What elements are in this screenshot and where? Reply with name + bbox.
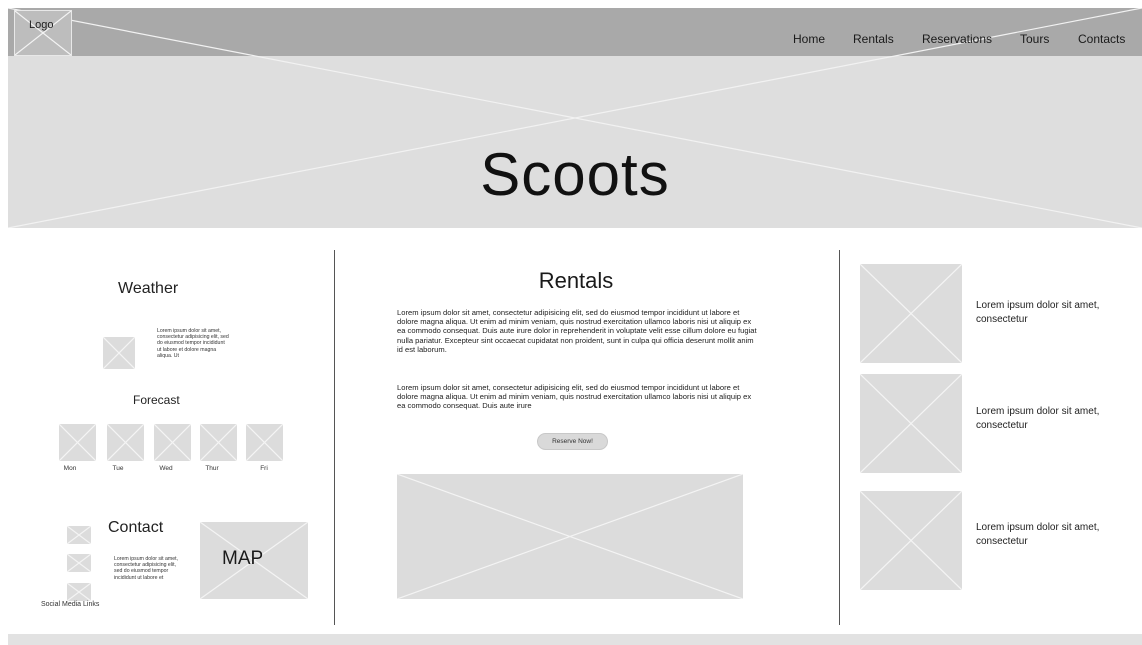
- rental-item-3-text: Lorem ipsum dolor sit amet, consectetur: [976, 522, 1100, 547]
- forecast-mon-icon: [59, 424, 96, 461]
- weather-heading: Weather: [118, 280, 179, 297]
- rentals-paragraph-2: Lorem ipsum dolor sit amet, consectetur …: [397, 383, 752, 411]
- rental-thumbnail-2[interactable]: [860, 374, 962, 473]
- site-title: Scoots: [480, 141, 670, 208]
- forecast-heading: Forecast: [133, 393, 180, 407]
- nav-link-contacts[interactable]: Contacts: [1078, 32, 1125, 46]
- weather-description: Lorem ipsum dolor sit amet, consectetur …: [157, 328, 229, 359]
- rental-thumbnail-1[interactable]: [860, 264, 962, 363]
- nav-link-reservations[interactable]: Reservations: [922, 32, 992, 46]
- contact-heading: Contact: [108, 519, 164, 536]
- rentals-paragraph-1: Lorem ipsum dolor sit amet, consectetur …: [397, 308, 757, 354]
- forecast-day-label: Wed: [159, 465, 173, 472]
- forecast-wed-icon: [154, 424, 191, 461]
- rental-item-2-text: Lorem ipsum dolor sit amet, consectetur: [976, 406, 1100, 431]
- forecast-day-label: Thur: [205, 465, 219, 472]
- reserve-now-button[interactable]: Reserve Now!: [537, 433, 608, 450]
- nav-link-tours[interactable]: Tours: [1020, 32, 1049, 46]
- forecast-day-label: Fri: [260, 465, 268, 472]
- rental-thumbnail-3[interactable]: [860, 491, 962, 590]
- social-media-links-label: Social Media Links: [41, 601, 100, 608]
- forecast-day-label: Tue: [112, 465, 124, 472]
- forecast-tue-icon: [107, 424, 144, 461]
- footer-bar: [8, 634, 1142, 645]
- forecast-day-label: Mon: [63, 465, 77, 472]
- social-icon-2[interactable]: [67, 554, 91, 572]
- map-placeholder[interactable]: MAP: [200, 522, 308, 599]
- forecast-thur-icon: [200, 424, 237, 461]
- nav-link-rentals[interactable]: Rentals: [853, 32, 894, 46]
- nav-link-home[interactable]: Home: [793, 32, 825, 46]
- rentals-heading: Rentals: [538, 268, 614, 293]
- column-divider-left: [334, 250, 335, 625]
- contact-details: Lorem ipsum dolor sit amet, consectetur …: [114, 556, 179, 581]
- column-divider-right: [839, 250, 840, 625]
- social-icon-1[interactable]: [67, 526, 91, 544]
- rentals-image-placeholder: [397, 474, 743, 599]
- forecast-fri-icon: [246, 424, 283, 461]
- rental-item-1-text: Lorem ipsum dolor sit amet, consectetur: [976, 300, 1100, 325]
- social-icon-3[interactable]: [67, 583, 91, 601]
- logo[interactable]: Logo: [14, 10, 72, 56]
- logo-label: Logo: [29, 19, 54, 31]
- map-label: MAP: [222, 548, 264, 569]
- weather-icon: [103, 337, 135, 369]
